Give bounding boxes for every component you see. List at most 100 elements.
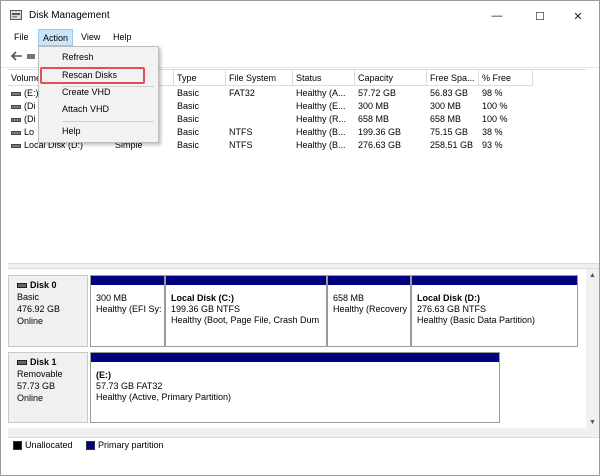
volume-status: Healthy (R... [296,114,347,124]
partition-status: Healthy (Basic Data Partition) [417,315,536,325]
menu-bar: File Action View Help [1,29,599,46]
volume-capacity: 57.72 GB [358,88,397,98]
menu-action[interactable]: Action [38,29,74,46]
volume-free-space: 658 MB [430,114,462,124]
partition-status: Healthy (EFI Sy: [96,304,161,314]
partition-size: 658 MB [333,293,365,303]
menu-file[interactable]: File [10,29,33,46]
volume-file-system [226,113,293,126]
legend: Unallocated Primary partition [8,437,599,451]
volume-capacity: 276.63 GB [358,140,402,150]
volume-capacity: 300 MB [358,101,390,111]
maximize-button[interactable]: ☐ [520,5,560,27]
column-header-status[interactable]: Status [293,70,355,86]
partition-local-disk-c[interactable]: Local Disk (C:) 199.36 GB NTFS Healthy (… [165,275,327,347]
volume-free-space: 300 MB [430,101,462,111]
horizontal-scrollbar[interactable] [8,428,586,437]
scroll-down-icon[interactable]: ▼ [589,419,596,426]
legend-unallocated-swatch [13,441,22,450]
volume-capacity: 199.36 GB [358,127,402,137]
menu-separator [62,121,154,122]
disk-management-window: Disk Management — ☐ ✕ File Action View H… [0,0,600,476]
volume-free-space: 75.15 GB [430,127,469,137]
volume-type: Basic [177,101,200,111]
volume-icon [11,143,21,148]
partition-size: 199.36 GB NTFS [171,304,241,314]
legend-primary-label: Primary partition [98,440,164,450]
volume-status: Healthy (E... [296,101,346,111]
column-header-file-system[interactable]: File System [226,70,293,86]
column-header-percent-free[interactable]: % Free [479,70,533,86]
volume-status: Healthy (A... [296,88,346,98]
disk-name: Disk 0 [30,280,57,290]
volume-percent-free: 98 % [482,88,503,98]
volume-free-space: 56.83 GB [430,88,469,98]
volume-name: Lo [24,127,35,137]
menu-item-refresh[interactable]: Refresh [39,49,158,66]
close-icon: ✕ [573,10,583,23]
legend-primary-swatch [86,441,95,450]
minimize-button[interactable]: — [477,5,517,27]
disk-0-label[interactable]: Disk 0 Basic 476.92 GB Online [8,275,88,347]
partition-status: Healthy (Recovery [333,304,407,314]
title-bar: Disk Management — ☐ ✕ [1,1,599,29]
scroll-up-icon[interactable]: ▲ [589,272,596,279]
menu-view[interactable]: View [77,29,104,46]
legend-unallocated-label: Unallocated [25,440,73,450]
volume-free-space: 258.51 GB [430,140,474,150]
volume-type: Basic [177,127,200,137]
volume-icon [11,91,21,96]
partition-title: (E:) [96,370,111,380]
disk-size: 57.73 GB [17,381,56,391]
close-button[interactable]: ✕ [558,5,598,27]
volume-file-system: NTFS [229,127,253,137]
vertical-scrollbar[interactable]: ▲ ▼ [586,269,599,437]
disk-size: 476.92 GB [17,304,61,314]
minimize-icon: — [491,10,503,22]
menu-item-help[interactable]: Help [39,123,158,140]
partition-local-disk-d[interactable]: Local Disk (D:) 276.63 GB NTFS Healthy (… [411,275,578,347]
volume-percent-free: 100 % [482,114,508,124]
partition-size: 300 MB [96,293,128,303]
volume-icon [11,104,21,109]
column-header-capacity[interactable]: Capacity [355,70,427,86]
column-header-type[interactable]: Type [174,70,226,86]
volume-name: (Di [24,101,36,111]
partition-recovery[interactable]: 658 MB Healthy (Recovery [327,275,411,347]
disk-state: Online [17,393,44,403]
maximize-icon: ☐ [535,10,545,23]
rescan-disks-highlight [40,67,145,84]
disk-state: Online [17,316,44,326]
volume-percent-free: 93 % [482,140,503,150]
disk-type: Removable [17,369,63,379]
partition-size: 276.63 GB NTFS [417,304,487,314]
disk-management-icon [10,10,22,20]
volume-file-system [226,100,293,113]
partition-title: Local Disk (C:) [171,293,235,303]
action-menu-dropdown: Refresh Rescan Disks Create VHD Attach V… [38,46,159,143]
disk-1-label[interactable]: Disk 1 Removable 57.73 GB Online [8,352,88,423]
menu-help[interactable]: Help [109,29,136,46]
volume-icon [11,117,21,122]
forward-arrow-icon[interactable] [27,54,35,59]
partition-size: 57.73 GB FAT32 [96,381,163,391]
column-header-free-space[interactable]: Free Spa... [427,70,479,86]
partition-title: Local Disk (D:) [417,293,481,303]
partition-efi[interactable]: 300 MB Healthy (EFI Sy: [90,275,165,347]
menu-item-create-vhd[interactable]: Create VHD [39,84,158,101]
volume-type: Basic [177,114,200,124]
menu-item-attach-vhd[interactable]: Attach VHD [39,101,158,118]
disk-name: Disk 1 [30,357,57,367]
volume-capacity: 658 MB [358,114,390,124]
volume-file-system: NTFS [229,140,253,150]
volume-percent-free: 38 % [482,127,503,137]
back-arrow-icon[interactable] [11,51,23,61]
partition-removable-e[interactable]: (E:) 57.73 GB FAT32 Healthy (Active, Pri… [90,352,500,423]
partition-status: Healthy (Active, Primary Partition) [96,392,232,402]
volume-type: Basic [177,140,200,150]
disk-icon [17,360,27,366]
volume-type: Basic [177,88,200,98]
volume-status: Healthy (B... [296,127,346,137]
volume-name: (Di [24,114,36,124]
disk-icon [17,283,27,289]
